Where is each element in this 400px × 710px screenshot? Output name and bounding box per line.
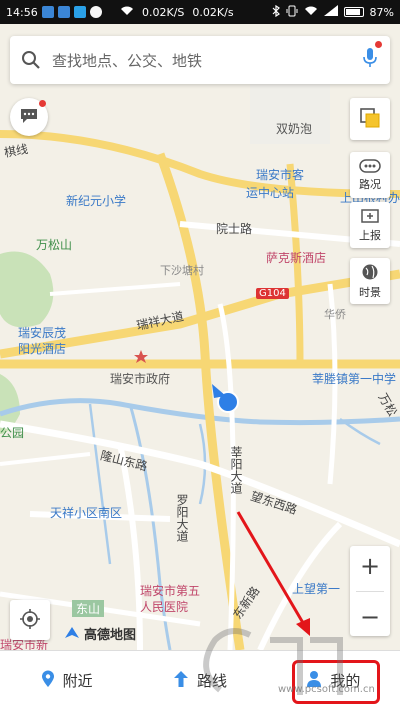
tab-route-label: 路线 [196,672,227,690]
layers-button[interactable] [350,98,390,140]
layers-icon [358,106,382,133]
map-label-bus-station-2[interactable]: 运中心站 [246,184,294,201]
map-label-xinyang-ave: 莘阳大道 [229,446,243,494]
time-scene-button[interactable]: 时景 [350,258,390,304]
map-label-chenmao-2[interactable]: 阳光酒店 [18,340,66,357]
net-speed-1: 0.02K/S [142,5,185,19]
qq-icon [89,6,102,18]
map-label-yuanshi-road: 院士路 [216,222,253,236]
time-scene-label: 时景 [359,285,381,299]
wifi-icon [120,5,134,19]
zoom-out-button[interactable]: − [360,603,380,631]
signal-icon [323,5,338,19]
map-label-hospital-2[interactable]: 人民医院 [140,598,188,615]
zoom-divider [356,590,384,592]
battery-level: 87% [369,5,394,19]
status-left: 14:56 [6,6,102,19]
amap-logo: 高德地图 [84,628,137,643]
map-label-tianxiang[interactable]: 天祥小区南区 [50,504,122,521]
map-label-xinjiyuan[interactable]: 新纪元小学 [66,192,126,209]
message-icon [19,107,39,128]
status-time: 14:56 [6,5,38,19]
map-label-park[interactable]: 公园 [0,424,24,441]
message-button[interactable] [10,98,48,136]
app-notification-icon-3 [73,6,86,18]
map-label-sakesi[interactable]: 萨克斯酒店 [266,249,326,266]
locate-icon [19,608,41,633]
map-label-huaqiao[interactable]: 华侨 [324,306,346,322]
map-label-luoyang: 罗阳大道 [175,494,189,542]
app-notification-icon-2 [57,6,70,18]
tab-nearby-label: 附近 [62,672,93,690]
road-condition-button[interactable]: 路况 [350,152,390,198]
tab-route[interactable]: 路线 [133,670,266,692]
status-center: 0.02K/S 0.02K/s [120,5,234,19]
highlight-annotation [292,660,380,704]
status-bar: 14:56 0.02K/S 0.02K/s 87% [0,0,400,24]
bluetooth-icon [272,4,280,20]
microphone-icon [362,47,378,73]
compass-icon [64,625,80,644]
tab-nearby[interactable]: 附近 [0,670,133,692]
location-pin-icon [41,670,55,692]
search-placeholder[interactable]: 查找地点、公交、地铁 [52,50,350,71]
map-view[interactable]: 棋线 双奶泡 瑞安市客 运中心站 上山根村办 新纪元小学 院士路 万松山 萨克斯… [0,24,400,650]
map-label-shuangnaipao[interactable]: 双奶泡 [276,120,312,137]
traffic-icon [359,158,381,176]
map-label-wansong[interactable]: 万松山 [36,236,72,253]
map-label-chenmao-1[interactable]: 瑞安辰茂 [18,324,66,341]
app-notification-icon [41,6,54,18]
route-arrow-icon [173,670,189,692]
map-label-hospital-1[interactable]: 瑞安市第五 [140,582,200,599]
mic-notification-dot [375,41,382,48]
report-icon [361,208,379,227]
map-label-g104: G104 [256,288,289,299]
locate-button[interactable] [10,600,50,640]
map-label-dongshan[interactable]: 东山 [72,600,105,617]
report-label: 上报 [359,228,381,242]
map-label-xiasha[interactable]: 下沙塘村 [160,262,204,278]
zoom-control: + − [350,546,390,636]
globe-icon [361,263,379,284]
net-speed-2: 0.02K/s [192,5,234,19]
road-condition-label: 路况 [359,177,381,191]
vibrate-icon [286,5,298,20]
message-notification-dot [39,100,46,107]
search-bar[interactable]: 查找地点、公交、地铁 [10,36,390,84]
wifi-icon-2 [304,5,318,19]
map-label-gov[interactable]: 瑞安市政府 [110,370,170,387]
map-label-bus-station-1[interactable]: 瑞安市客 [256,166,304,183]
battery-icon [343,7,364,17]
voice-search-button[interactable] [350,41,390,73]
status-right: 87% [272,4,394,20]
map-label-xinchuan[interactable]: 莘塍镇第一中学 [312,370,396,387]
search-icon [10,50,52,70]
map-label-shangwang[interactable]: 上望第一 [292,580,340,597]
zoom-in-button[interactable]: + [360,552,380,580]
report-button[interactable]: 上报 [350,202,390,248]
